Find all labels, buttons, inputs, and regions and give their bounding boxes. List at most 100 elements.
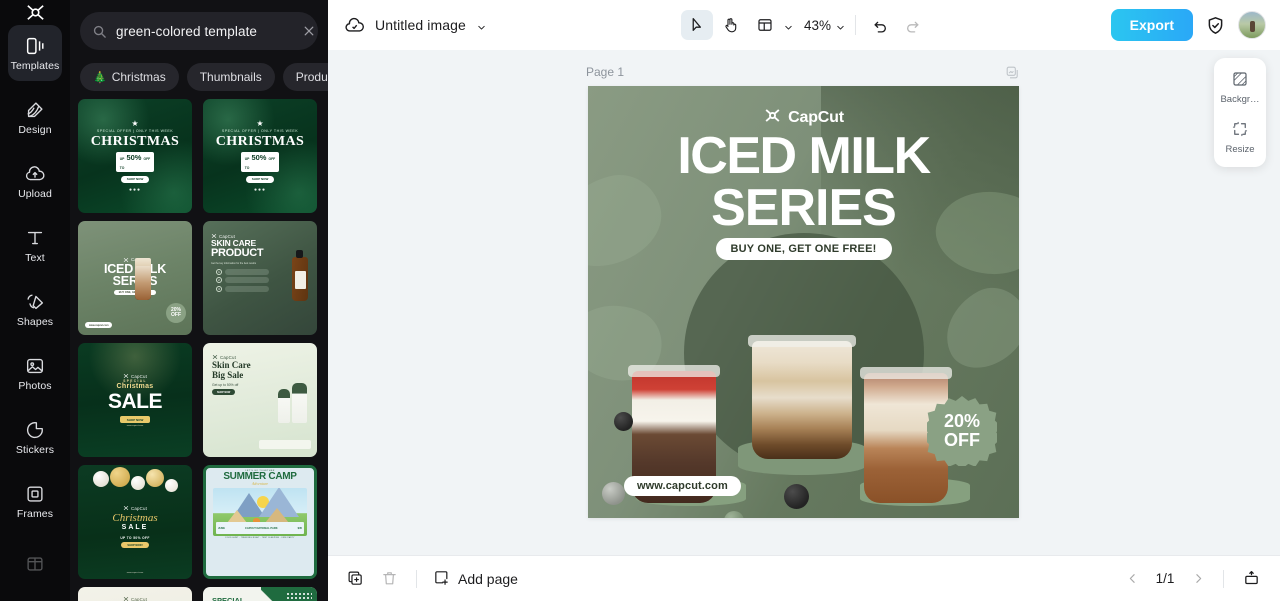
row-bar [225, 268, 269, 275]
sidebar-item-upload[interactable]: Upload [8, 153, 62, 209]
search-box[interactable] [80, 12, 318, 50]
badge-off: OFF [143, 156, 151, 161]
frames-icon [24, 483, 46, 505]
chip-label: Produ [295, 70, 328, 84]
templates-icon [24, 35, 46, 57]
template-card[interactable]: CapCut SPECIAL Christmas SALE SHOP NOW w… [78, 343, 192, 457]
sidebar-item-stickers[interactable]: Stickers [8, 409, 62, 465]
background-button[interactable]: Backgr… [1217, 67, 1263, 108]
add-page-button[interactable]: Add page [429, 569, 522, 589]
zoom-chevron-down-icon[interactable] [835, 20, 846, 31]
category-chip-row[interactable]: 🎄 Christmas Thumbnails Produ [70, 50, 328, 93]
capcut-logo-icon[interactable] [0, 0, 70, 25]
background-label: Backgr… [1220, 94, 1260, 105]
present-icon[interactable] [1236, 564, 1266, 594]
top-toolbar: Untitled image 43% Export [328, 0, 1280, 50]
template-features: FOOD HUNT · TREKKING NIGHT · TENT SLEEPI… [225, 537, 295, 539]
camp-price: $35 [297, 526, 302, 530]
search-area [70, 0, 328, 50]
sidebar-item-label: Design [18, 123, 52, 136]
duplicate-page-icon[interactable] [1005, 65, 1020, 80]
template-card[interactable]: ★ SPECIAL OFFER | ONLY THIS WEEK CHRISTM… [203, 99, 317, 213]
boba-ball [614, 412, 633, 431]
chevron-down-icon[interactable] [476, 20, 487, 31]
template-line1: SPECIAL [212, 596, 245, 601]
page-counter: 1/1 [1155, 571, 1175, 586]
export-button[interactable]: Export [1110, 9, 1193, 41]
template-grid: ★ SPECIAL OFFER | ONLY THIS WEEK CHRISTM… [70, 93, 328, 601]
layout-tool[interactable] [749, 10, 781, 40]
trash-icon[interactable] [374, 564, 404, 594]
tables-icon [24, 553, 46, 575]
select-tool[interactable] [680, 10, 713, 40]
undo-arrow-icon[interactable] [865, 10, 895, 40]
main-area: Untitled image 43% Export Page 1 CapCut … [328, 0, 1280, 601]
prev-page-button[interactable] [1119, 566, 1145, 592]
design-headline-1: ICED MILK [677, 127, 931, 185]
sidebar-item-text[interactable]: Text [8, 217, 62, 273]
duplicate-icon[interactable] [340, 564, 370, 594]
cloud-saved-icon[interactable] [344, 15, 365, 36]
add-page-label: Add page [458, 570, 518, 587]
template-card[interactable]: ★ SPECIAL OFFER | ONLY THIS WEEK CHRISTM… [78, 99, 192, 213]
top-right-actions: Export [1110, 9, 1266, 41]
zoom-level[interactable]: 43% [796, 18, 833, 33]
templates-panel: 🎄 Christmas Thumbnails Produ ★ SPECIAL O… [70, 0, 328, 601]
social-dots: ●●● [253, 186, 267, 193]
brand-label: CapCut [130, 505, 148, 511]
sidebar-item-photos[interactable]: Photos [8, 345, 62, 401]
brand-label: CapCut [130, 373, 148, 379]
design-brand-label: CapCut [788, 109, 844, 126]
bottom-toolbar: Add page 1/1 [328, 555, 1280, 601]
resize-button[interactable]: Resize [1217, 117, 1263, 158]
sidebar-item-shapes[interactable]: Shapes [8, 281, 62, 337]
capcut-logo-icon: CapCut [212, 354, 236, 360]
hand-tool[interactable] [715, 10, 747, 40]
shield-check-icon[interactable] [1205, 15, 1226, 36]
sidebar-item-tables[interactable] [8, 537, 62, 593]
chip-label: Christmas [111, 70, 166, 84]
template-card[interactable]: CapCut SKIN CARE PRODUCT Get the key inf… [203, 221, 317, 335]
chip-products[interactable]: Produ [282, 63, 328, 91]
serum-bottle-graphic [292, 250, 308, 301]
sidebar-item-design[interactable]: Design [8, 89, 62, 145]
design-url: www.capcut.com [624, 476, 741, 496]
template-card[interactable]: SPECIAL MENU [203, 587, 317, 601]
design-artboard: CapCut ICED MILK SERIES BUY ONE, GET ONE… [588, 86, 1019, 518]
search-input[interactable] [116, 23, 293, 39]
next-page-button[interactable] [1185, 566, 1211, 592]
discount-off: OFF [171, 312, 181, 318]
badge-to: TO [119, 165, 125, 170]
template-card[interactable]: CapCut SERUM VS OIL [78, 587, 192, 601]
layout-chevron-down-icon[interactable] [783, 20, 794, 31]
template-card[interactable]: CapCut ICED MILK SERIES BUY ONE, GET ONE… [78, 221, 192, 335]
page-label: Page 1 [586, 65, 625, 79]
row-number: 2 [216, 277, 222, 283]
badge-to: TO [244, 165, 250, 170]
template-line2: SALE [107, 390, 163, 413]
shapes-icon [24, 291, 46, 313]
chip-christmas[interactable]: 🎄 Christmas [80, 63, 179, 91]
sidebar-item-templates[interactable]: Templates [8, 25, 62, 81]
close-icon[interactable] [302, 24, 316, 38]
template-url: www.capcut.com [126, 572, 144, 574]
discount-pct: 20% [943, 411, 981, 431]
template-card[interactable]: CapCut Skin Care Big Sale Get up to 50% … [203, 343, 317, 457]
podium-graphic [259, 440, 311, 449]
template-sub: Get up to 50% off [212, 383, 239, 387]
search-icon [92, 24, 107, 39]
design-canvas[interactable]: CapCut ICED MILK SERIES BUY ONE, GET ONE… [588, 86, 1019, 518]
template-line2: Big Sale [212, 370, 244, 380]
add-page-icon [433, 569, 450, 589]
sidebar-item-frames[interactable]: Frames [8, 473, 62, 529]
redo-arrow-icon[interactable] [897, 10, 927, 40]
sidebar-item-label: Photos [18, 379, 52, 392]
chip-thumbnails[interactable]: Thumbnails [186, 63, 275, 91]
boba-ball [602, 482, 625, 505]
avatar[interactable] [1238, 11, 1266, 39]
template-card[interactable]: CapCut Christmas SALE UP TO 50% OFF SHOP… [78, 465, 192, 579]
template-card[interactable]: LET'S GO TOGETHER SUMMER CAMP Adventure … [203, 465, 317, 579]
discount-off: OFF [944, 430, 980, 450]
template-url: www.capcut.com [85, 322, 113, 328]
document-title[interactable]: Untitled image [375, 17, 466, 33]
